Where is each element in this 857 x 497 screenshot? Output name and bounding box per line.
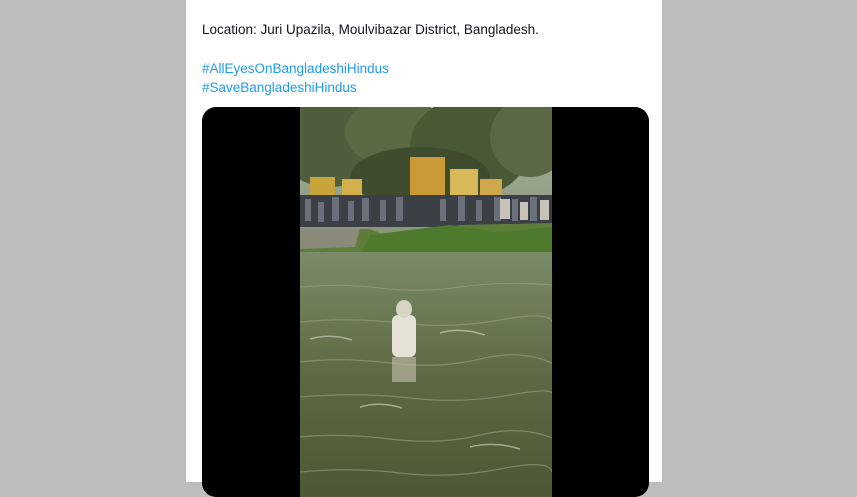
video-frame: [300, 107, 552, 497]
hashtag-all-eyes-on-bangladeshi-hindus[interactable]: #AllEyesOnBangladeshiHindus: [202, 61, 389, 76]
video-scene-image: [300, 107, 552, 497]
tweet-card: Location: Juri Upazila, Moulvibazar Dist…: [186, 0, 662, 497]
hashtag-save-bangladeshi-hindus[interactable]: #SaveBangladeshiHindus: [202, 80, 357, 95]
tweet-video-player[interactable]: [202, 107, 649, 497]
tweet-location-text: Location: Juri Upazila, Moulvibazar Dist…: [202, 22, 539, 37]
